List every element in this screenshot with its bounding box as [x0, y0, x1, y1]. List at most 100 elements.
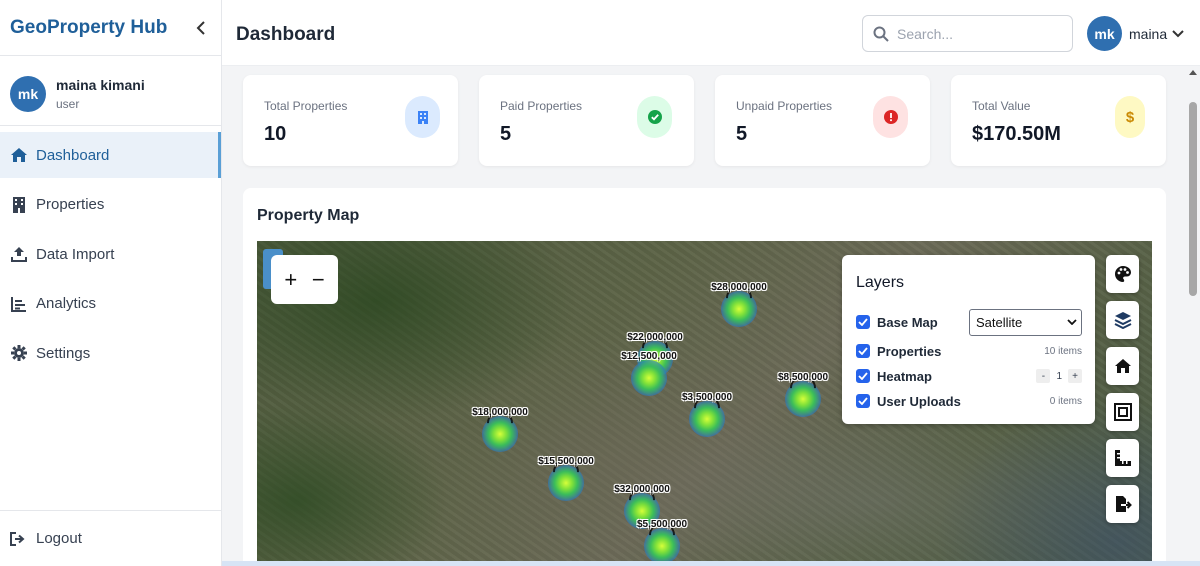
marker-label: $22,000,000	[627, 332, 683, 343]
layers-icon	[1114, 312, 1131, 329]
base-map-select[interactable]: Satellite	[969, 308, 1082, 336]
stat-card-unpaid-properties: Unpaid Properties 5	[715, 75, 930, 166]
check-icon	[858, 318, 868, 326]
stat-label: Paid Properties	[500, 99, 583, 113]
heat-spot	[631, 360, 667, 396]
layers-title: Layers	[856, 274, 905, 291]
stat-value: 10	[264, 123, 287, 145]
marker-label: $32,000,000	[614, 484, 670, 495]
zoom-in-button[interactable]: +	[284, 268, 297, 291]
chart-icon	[10, 295, 28, 313]
properties-count: 10 items	[1044, 345, 1082, 357]
chevron-down-icon	[1172, 29, 1184, 37]
layer-heatmap: Heatmap - 1 +	[856, 367, 1082, 385]
user-uploads-checkbox[interactable]	[856, 394, 870, 408]
marker-label: $18,000,000	[472, 407, 528, 418]
home-icon	[1114, 359, 1131, 373]
search-input[interactable]	[897, 25, 1057, 42]
chevron-down-icon	[1067, 319, 1077, 325]
stat-value: 5	[500, 123, 512, 145]
user-menu[interactable]: mk maina	[1087, 16, 1184, 51]
top-header: Dashboard mk maina	[222, 0, 1200, 66]
base-map-value: Satellite	[976, 314, 1023, 330]
user-menu-name: maina	[1129, 25, 1168, 42]
palette-button[interactable]	[1106, 255, 1139, 293]
heatmap-checkbox[interactable]	[856, 369, 870, 383]
layers-panel: Layers Base Map Satellite Properties 10 …	[842, 255, 1095, 424]
home-view-button[interactable]	[1106, 347, 1139, 385]
heatmap-increase-button[interactable]: +	[1068, 369, 1082, 383]
heatmap-value: 1	[1056, 370, 1062, 382]
alert-circle-icon	[873, 96, 908, 138]
check-icon	[858, 397, 868, 405]
window-bottom-edge	[222, 561, 1200, 566]
stat-card-total-properties: Total Properties 10	[243, 75, 458, 166]
logout-icon	[10, 530, 28, 548]
scroll-thumb[interactable]	[1189, 102, 1197, 296]
base-map-checkbox[interactable]	[856, 315, 870, 329]
chevron-left-icon	[196, 20, 205, 35]
marker-label: $8,500,000	[777, 372, 829, 383]
zoom-out-button[interactable]: −	[312, 268, 325, 291]
stat-value: $170.50M	[972, 123, 1061, 145]
uploads-count: 0 items	[1049, 395, 1082, 407]
layer-label: Base Map	[877, 314, 938, 330]
layer-properties: Properties 10 items	[856, 342, 1082, 360]
marker-label: $3,500,000	[681, 392, 733, 403]
upload-icon	[10, 245, 28, 263]
sidebar-item-label: Data Import	[36, 245, 115, 263]
marker-label: $28,000,000	[711, 282, 767, 293]
user-name: maina kimani	[56, 76, 145, 93]
app-brand: GeoProperty Hub	[10, 16, 168, 38]
layers-button[interactable]	[1106, 301, 1139, 339]
building-icon	[405, 96, 440, 138]
collapse-sidebar-button[interactable]	[191, 18, 211, 38]
sidebar-item-label: Analytics	[36, 295, 97, 312]
marker-label: $5,500,000	[636, 519, 688, 530]
sidebar-item-data-import[interactable]: Data Import	[0, 231, 221, 277]
ruler-icon	[1114, 450, 1131, 466]
sidebar-item-properties[interactable]: Properties	[0, 182, 221, 228]
layer-label: Properties	[877, 343, 942, 359]
user-role: user	[56, 96, 80, 111]
heatmap-stepper: - 1 +	[1036, 369, 1082, 383]
zoom-control: + −	[271, 255, 338, 304]
search-icon	[873, 26, 889, 42]
sidebar-item-label: Dashboard	[36, 146, 110, 164]
properties-checkbox[interactable]	[856, 344, 870, 358]
check-icon	[858, 347, 868, 355]
stat-label: Total Value	[972, 99, 1031, 113]
sidebar-item-analytics[interactable]: Analytics	[0, 281, 221, 327]
measure-button[interactable]	[1106, 439, 1139, 477]
sidebar-item-dashboard[interactable]: Dashboard	[0, 132, 221, 178]
stat-label: Total Properties	[264, 99, 348, 113]
draw-area-button[interactable]	[1106, 393, 1139, 431]
satellite-map[interactable]: + − $28,000,000 $22,000,000 $12,500,000 …	[257, 241, 1152, 566]
layer-base-map: Base Map Satellite	[856, 308, 1082, 336]
scroll-up-arrow-icon[interactable]	[1189, 70, 1197, 75]
draw-polygon-icon	[1113, 403, 1132, 421]
export-button[interactable]	[1106, 485, 1139, 523]
map-title: Property Map	[257, 207, 360, 224]
page-title: Dashboard	[236, 24, 336, 45]
stat-card-paid-properties: Paid Properties 5	[479, 75, 694, 166]
logout-button[interactable]: Logout	[0, 510, 221, 566]
stat-label: Unpaid Properties	[736, 99, 833, 113]
sidebar-nav: Dashboard Properties Data Import Analyti…	[0, 132, 221, 376]
stat-value: 5	[736, 123, 748, 145]
page-scrollbar[interactable]	[1186, 66, 1200, 566]
building-icon	[10, 196, 28, 214]
property-map-panel: Property Map + − $28,000,000 $22,000,000…	[243, 188, 1166, 566]
file-export-icon	[1115, 496, 1132, 512]
heatmap-decrease-button[interactable]: -	[1036, 369, 1051, 383]
sidebar-item-settings[interactable]: Settings	[0, 330, 221, 376]
search-box[interactable]	[862, 15, 1073, 52]
check-circle-icon	[637, 96, 672, 138]
avatar: mk	[10, 75, 46, 112]
dollar-icon: $	[1115, 96, 1145, 138]
stat-card-total-value: Total Value $170.50M $	[951, 75, 1166, 166]
marker-label: $15,500,000	[538, 456, 594, 467]
layer-label: Heatmap	[877, 368, 932, 384]
sidebar-item-label: Properties	[36, 196, 105, 213]
check-icon	[858, 372, 868, 380]
